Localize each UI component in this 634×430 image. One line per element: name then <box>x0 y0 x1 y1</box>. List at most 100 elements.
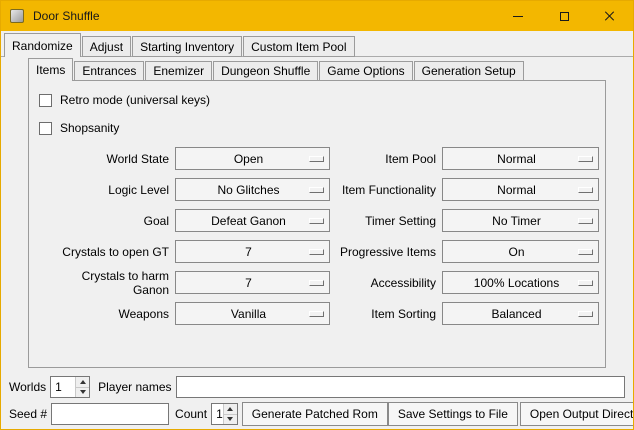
window: Door Shuffle Randomize Adjust Starting I… <box>0 0 634 430</box>
retro-mode-label: Retro mode (universal keys) <box>60 93 210 107</box>
dropdown-indicator-icon <box>578 218 593 224</box>
count-label: Count <box>175 407 207 421</box>
seed-input[interactable] <box>51 403 169 425</box>
tab-starting-inventory[interactable]: Starting Inventory <box>132 36 242 57</box>
close-button[interactable] <box>587 2 633 31</box>
goal-dropdown[interactable]: Defeat Ganon <box>175 209 330 232</box>
player-names-label: Player names <box>98 380 171 394</box>
progressive-items-row: Progressive Items On <box>330 236 599 267</box>
count-spin-down-button[interactable] <box>224 415 237 425</box>
dropdown-indicator-icon <box>309 156 324 162</box>
timer-setting-dropdown[interactable]: No Timer <box>442 209 599 232</box>
accessibility-value: 100% Locations <box>474 276 559 290</box>
progressive-items-value: On <box>508 245 524 259</box>
shopsanity-checkbox[interactable] <box>39 122 52 135</box>
item-sorting-value: Balanced <box>491 307 541 321</box>
timer-setting-row: Timer Setting No Timer <box>330 205 599 236</box>
shopsanity-row: Shopsanity <box>39 117 605 139</box>
weapons-label: Weapons <box>43 307 169 321</box>
count-spinner[interactable]: 1 <box>211 403 238 425</box>
dropdown-indicator-icon <box>309 187 324 193</box>
worlds-spinner[interactable]: 1 <box>50 376 90 398</box>
dropdown-indicator-icon <box>578 187 593 193</box>
crystals-gt-row: Crystals to open GT 7 <box>43 236 330 267</box>
close-icon <box>604 10 616 22</box>
tab-starting-inventory-label: Starting Inventory <box>140 40 234 54</box>
crystals-gt-value: 7 <box>245 245 252 259</box>
minimize-button[interactable] <box>495 2 541 31</box>
tab-dungeon-shuffle-label: Dungeon Shuffle <box>221 64 310 78</box>
tab-generation-setup[interactable]: Generation Setup <box>414 61 524 81</box>
seed-label: Seed # <box>9 407 47 421</box>
save-settings-button[interactable]: Save Settings to File <box>388 402 518 426</box>
worlds-value: 1 <box>51 377 75 397</box>
tab-items[interactable]: Items <box>28 58 73 81</box>
count-spinner-buttons <box>223 404 237 424</box>
item-functionality-label: Item Functionality <box>330 183 436 197</box>
app-icon <box>10 9 24 23</box>
crystals-ganon-label: Crystals to harm Ganon <box>43 269 169 297</box>
maximize-button[interactable] <box>541 2 587 31</box>
up-arrow-icon <box>80 380 86 384</box>
accessibility-dropdown[interactable]: 100% Locations <box>442 271 599 294</box>
tab-randomize[interactable]: Randomize <box>4 33 81 57</box>
count-spin-up-button[interactable] <box>224 404 237 415</box>
item-sorting-dropdown[interactable]: Balanced <box>442 302 599 325</box>
dropdown-indicator-icon <box>578 311 593 317</box>
weapons-dropdown[interactable]: Vanilla <box>175 302 330 325</box>
dropdown-indicator-icon <box>578 249 593 255</box>
crystals-ganon-dropdown[interactable]: 7 <box>175 271 330 294</box>
logic-level-dropdown[interactable]: No Glitches <box>175 178 330 201</box>
dropdown-indicator-icon <box>309 218 324 224</box>
worlds-row: Worlds 1 Player names <box>9 376 625 398</box>
item-functionality-dropdown[interactable]: Normal <box>442 178 599 201</box>
outer-tab-bar: Randomize Adjust Starting Inventory Cust… <box>1 31 633 57</box>
open-output-directory-button[interactable]: Open Output Directory <box>520 402 634 426</box>
item-sorting-label: Item Sorting <box>330 307 436 321</box>
retro-mode-checkbox[interactable] <box>39 94 52 107</box>
progressive-items-dropdown[interactable]: On <box>442 240 599 263</box>
goal-row: Goal Defeat Ganon <box>43 205 330 236</box>
tab-adjust[interactable]: Adjust <box>82 36 131 57</box>
retro-mode-row: Retro mode (universal keys) <box>39 89 605 111</box>
item-functionality-row: Item Functionality Normal <box>330 174 599 205</box>
option-fields: World State Open Logic Level No Glitches <box>29 139 605 329</box>
dropdown-indicator-icon <box>309 280 324 286</box>
tab-enemizer[interactable]: Enemizer <box>145 61 212 81</box>
crystals-ganon-value: 7 <box>245 276 252 290</box>
player-names-input[interactable] <box>176 376 626 398</box>
worlds-spin-down-button[interactable] <box>76 388 89 398</box>
accessibility-row: Accessibility 100% Locations <box>330 267 599 298</box>
seed-row: Seed # Count 1 Generate Patched Rom Save… <box>9 402 625 426</box>
up-arrow-icon <box>227 407 233 411</box>
timer-setting-value: No Timer <box>492 214 541 228</box>
down-arrow-icon <box>227 417 233 421</box>
tab-generation-setup-label: Generation Setup <box>422 64 516 78</box>
item-pool-dropdown[interactable]: Normal <box>442 147 599 170</box>
worlds-spin-up-button[interactable] <box>76 377 89 388</box>
inner-tab-bar: Items Entrances Enemizer Dungeon Shuffle… <box>1 57 633 80</box>
tab-entrances[interactable]: Entrances <box>74 61 144 81</box>
tab-dungeon-shuffle[interactable]: Dungeon Shuffle <box>213 61 318 81</box>
world-state-value: Open <box>234 152 263 166</box>
dropdown-indicator-icon <box>578 156 593 162</box>
item-pool-value: Normal <box>497 152 536 166</box>
weapons-value: Vanilla <box>231 307 266 321</box>
tab-custom-item-pool[interactable]: Custom Item Pool <box>243 36 354 57</box>
titlebar[interactable]: Door Shuffle <box>1 1 633 31</box>
item-pool-row: Item Pool Normal <box>330 143 599 174</box>
timer-setting-label: Timer Setting <box>330 214 436 228</box>
world-state-row: World State Open <box>43 143 330 174</box>
crystals-gt-dropdown[interactable]: 7 <box>175 240 330 263</box>
worlds-spinner-buttons <box>75 377 89 397</box>
minimize-icon <box>513 16 523 17</box>
items-tab-panel: Retro mode (universal keys) Shopsanity W… <box>28 80 606 368</box>
footer: Worlds 1 Player names Seed # Count 1 <box>1 368 633 426</box>
right-option-column: Item Pool Normal Item Functionality Norm… <box>330 143 599 329</box>
randomize-tab-panel: Items Entrances Enemizer Dungeon Shuffle… <box>1 57 633 429</box>
tab-game-options[interactable]: Game Options <box>319 61 412 81</box>
generate-patched-rom-button[interactable]: Generate Patched Rom <box>242 402 388 426</box>
dropdown-indicator-icon <box>578 280 593 286</box>
world-state-dropdown[interactable]: Open <box>175 147 330 170</box>
weapons-row: Weapons Vanilla <box>43 298 330 329</box>
